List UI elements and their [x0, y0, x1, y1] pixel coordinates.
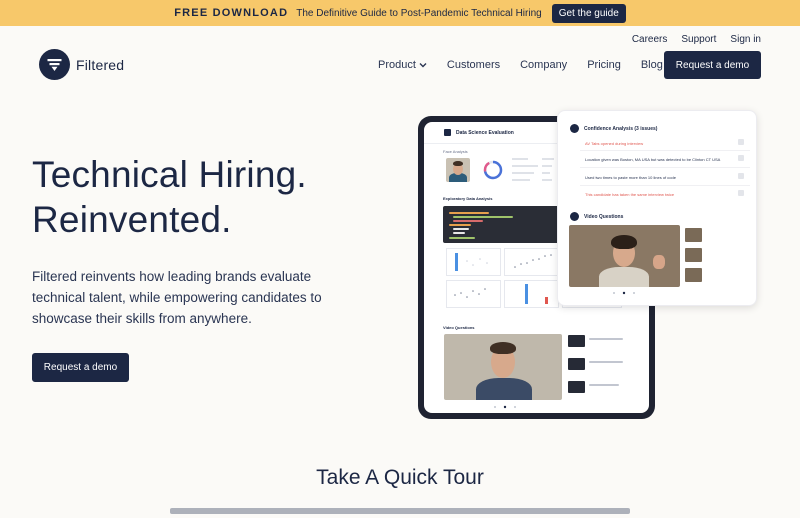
video-icon: [570, 212, 579, 221]
candidate-video[interactable]: [444, 334, 562, 400]
question-card-1: [706, 228, 750, 232]
eda-label: Exploratory Data Analysis: [443, 196, 493, 201]
question-thumb-2[interactable]: [568, 358, 585, 370]
question-card-2: [706, 248, 750, 252]
nav-product[interactable]: Product: [378, 59, 427, 71]
bar-plot: [504, 280, 559, 308]
face-analysis-label: Face Analysis: [443, 149, 468, 154]
issue-expand-3[interactable]: [738, 173, 744, 179]
tour-title: Take A Quick Tour: [316, 466, 484, 489]
divider: [580, 185, 750, 186]
confidence-heading: Confidence Analysis (3 issues): [584, 126, 658, 132]
tour-subtitle-cutoff: [170, 508, 630, 518]
main-nav: Product Customers Company Pricing Blog: [378, 59, 663, 71]
divider: [580, 167, 750, 168]
nav-customers[interactable]: Customers: [447, 59, 500, 71]
scatter-plot-2: [446, 280, 501, 308]
nav-product-label: Product: [378, 59, 416, 71]
video-questions-heading: Video Questions: [584, 214, 624, 220]
question-thumb-1[interactable]: [568, 335, 585, 347]
confidence-icon: [570, 124, 579, 133]
issue-row-4: This candidate has taken the same interv…: [585, 192, 675, 197]
nav-blog[interactable]: Blog: [641, 59, 663, 71]
hero-title-line1: Technical Hiring.: [32, 154, 307, 195]
question-text-2: [589, 361, 623, 363]
scatter-plot: [504, 248, 559, 276]
promo-banner: FREE DOWNLOAD The Definitive Guide to Po…: [0, 0, 800, 26]
nav-pricing[interactable]: Pricing: [587, 59, 621, 71]
brand-logo[interactable]: Filtered: [39, 49, 124, 80]
pager-dots-icon: [494, 405, 516, 409]
question-thumb-3[interactable]: [568, 381, 585, 393]
score-ring-icon: [483, 160, 503, 180]
app-logo-icon: [444, 129, 451, 136]
divider: [580, 150, 750, 151]
hero-title-line2: Reinvented.: [32, 199, 232, 240]
careers-link[interactable]: Careers: [632, 34, 668, 45]
video-questions-label: Video Questions: [443, 325, 475, 330]
question-thumb-card-1[interactable]: [685, 228, 702, 242]
hero-title: Technical Hiring. Reinvented.: [32, 152, 307, 242]
issue-row-3: Used two times to paste more than 10 lin…: [585, 175, 676, 180]
question-text-3: [589, 384, 619, 386]
issue-expand-2[interactable]: [738, 155, 744, 161]
issue-row-2: Location given was Boston, MA USA but wa…: [585, 157, 721, 162]
issue-expand-1[interactable]: [738, 139, 744, 145]
hero-subtitle: Filtered reinvents how leading brands ev…: [32, 269, 322, 326]
brand-name: Filtered: [76, 56, 125, 73]
code-editor-snippet: [443, 206, 560, 243]
card-pager-dots-icon: [613, 291, 635, 295]
nav-company[interactable]: Company: [520, 59, 567, 71]
support-link[interactable]: Support: [681, 34, 716, 45]
confidence-analysis-card: Confidence Analysis (3 issues) AV Tabs o…: [557, 110, 757, 306]
issue-expand-4[interactable]: [738, 190, 744, 196]
question-card-3: [706, 268, 750, 272]
candidate-video-2[interactable]: [569, 225, 680, 287]
banner-strong-text: FREE DOWNLOAD: [174, 7, 289, 19]
question-thumb-card-3[interactable]: [685, 268, 702, 282]
get-guide-button[interactable]: Get the guide: [551, 3, 626, 23]
sign-in-link[interactable]: Sign in: [730, 34, 761, 45]
issue-row-1: AV Tabs opened during interview: [585, 141, 644, 146]
question-text-1: [589, 338, 623, 340]
request-demo-button-nav[interactable]: Request a demo: [664, 51, 761, 79]
question-thumb-card-2[interactable]: [685, 248, 702, 262]
request-demo-button-hero[interactable]: Request a demo: [32, 353, 129, 382]
chevron-down-icon: [419, 63, 427, 68]
candidate-thumbnail: [446, 158, 470, 182]
histogram-plot: [446, 248, 501, 276]
banner-text: The Definitive Guide to Post-Pandemic Te…: [296, 7, 542, 19]
filtered-logo-icon: [39, 49, 70, 80]
utility-links: Careers Support Sign in: [632, 34, 761, 45]
tablet-header-title: Data Science Evaluation: [456, 129, 514, 136]
